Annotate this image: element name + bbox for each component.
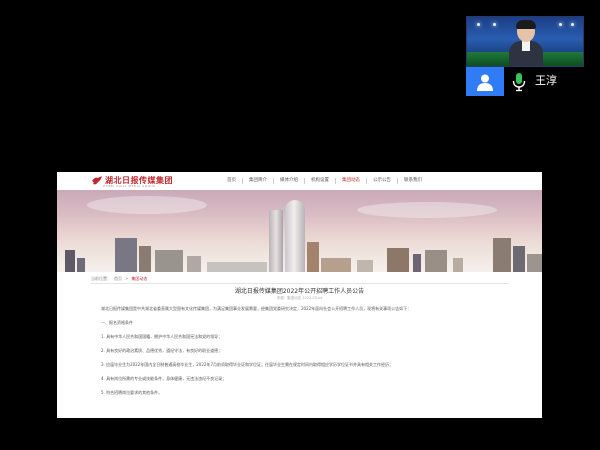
- nav-item-home[interactable]: 首页: [221, 178, 242, 184]
- article-paragraph: 湖北日报传媒集团是中共湖北省委直属大型国有文化传媒集团，为满足集团事业发展需要，…: [101, 306, 412, 311]
- nav-item-about[interactable]: 集团简介: [242, 178, 273, 184]
- nav-item-structure[interactable]: 机构设置: [304, 178, 335, 184]
- article-paragraph: 2. 具有良好的政治素质、品德优秀，遵纪守法，有良好的职业道德；: [101, 348, 223, 353]
- article-paragraph: 4. 具有岗位所需的专业或技能条件，身体健康，无违法违纪不良记录；: [101, 376, 227, 381]
- article-paragraph: 一、报名资格条件: [101, 320, 133, 325]
- site-header: 湖北日报传媒集团 HUBEI DAILY MEDIA GROUP 首页 集团简介…: [57, 172, 542, 188]
- breadcrumb-current[interactable]: 集团动态: [131, 276, 147, 282]
- article-meta: 来源：集团动态 2022-03-xx: [276, 296, 323, 300]
- logo-bird-icon: [92, 175, 102, 184]
- article-paragraph: 3. 应届毕业生为2022年国内全日制普通高校毕业生，2022年7月前须取得毕业…: [101, 362, 393, 367]
- participant-person: [509, 20, 543, 66]
- breadcrumb-home[interactable]: 首页: [114, 276, 122, 282]
- article-body: 湖北日报传媒集团是中共湖北省委直属大型国有文化传媒集团，为满足集团事业发展需要，…: [101, 306, 501, 404]
- nav-item-contact[interactable]: 联系我们: [397, 178, 428, 184]
- main-nav: 首页 集团简介 媒体介绍 机构设置 集团动态 公示公告 联系我们: [221, 178, 428, 184]
- participant-avatar[interactable]: [466, 67, 504, 96]
- stadium-light: [477, 23, 480, 26]
- nav-item-media[interactable]: 媒体介绍: [273, 178, 304, 184]
- stadium-light: [571, 23, 574, 26]
- participant-name: 王淳: [535, 74, 557, 87]
- divider: [91, 283, 509, 284]
- nav-item-news[interactable]: 集团动态: [335, 178, 366, 184]
- stadium-light: [559, 23, 562, 26]
- article-title: 湖北日报传媒集团2022年公开招聘工作人员公告: [234, 288, 365, 295]
- user-icon: [477, 74, 493, 91]
- stadium-light: [493, 23, 496, 26]
- logo-subtitle: HUBEI DAILY MEDIA GROUP: [103, 184, 156, 188]
- shared-screen: 湖北日报传媒集团 HUBEI DAILY MEDIA GROUP 首页 集团简介…: [57, 172, 542, 418]
- participant-video-tile[interactable]: [466, 16, 584, 67]
- article-paragraph: 1. 具有中华人民共和国国籍，拥护中华人民共和国宪法和党的领导；: [101, 334, 223, 339]
- article-paragraph: 5. 符合招聘岗位要求的其他条件。: [101, 390, 163, 395]
- nav-item-notices[interactable]: 公示公告: [366, 178, 397, 184]
- breadcrumb: 当前位置： 首页 > 集团动态: [91, 276, 148, 282]
- microphone-icon[interactable]: [511, 72, 527, 92]
- skyline-banner: [57, 190, 542, 272]
- breadcrumb-label: 当前位置：: [91, 276, 111, 281]
